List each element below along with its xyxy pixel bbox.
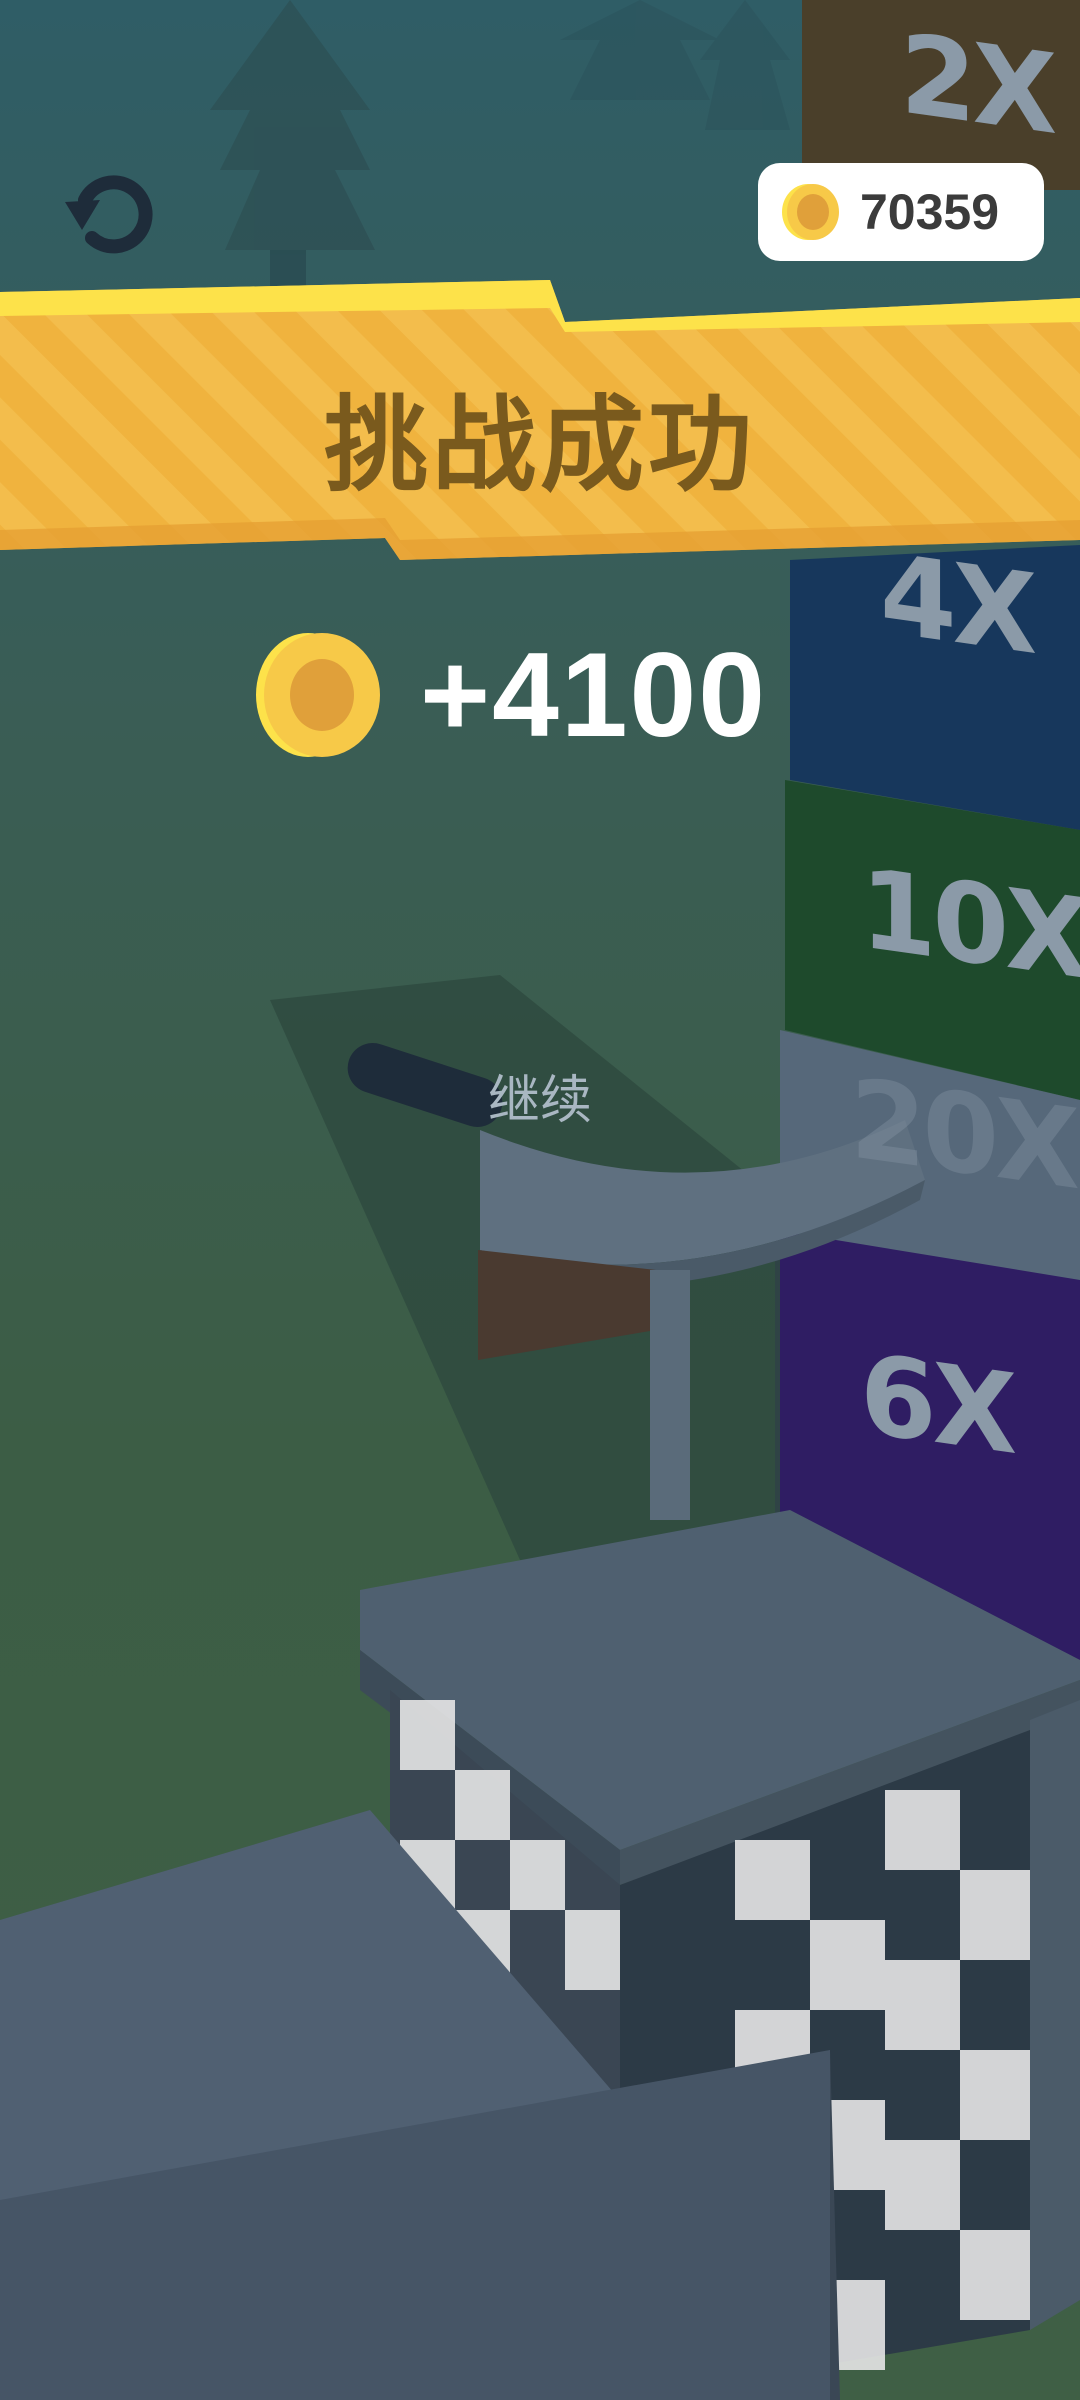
coin-total: 70359 <box>860 184 1000 240</box>
restart-button[interactable] <box>50 150 170 270</box>
reward-display: +4100 <box>256 628 767 762</box>
multiplier-label-6x: 6X <box>860 1329 1014 1479</box>
reward-amount: +4100 <box>420 628 768 762</box>
pine-tree <box>210 0 375 290</box>
multiplier-label-2x: 2X <box>900 9 1054 159</box>
coin-icon <box>256 633 380 757</box>
restart-icon <box>65 175 153 254</box>
success-title: 挑战成功 <box>323 384 756 506</box>
coin-counter: 70359 <box>758 163 1044 261</box>
continue-button[interactable]: 继续 <box>440 1050 640 1140</box>
coin-icon <box>782 184 839 240</box>
pine-tree <box>560 0 790 130</box>
